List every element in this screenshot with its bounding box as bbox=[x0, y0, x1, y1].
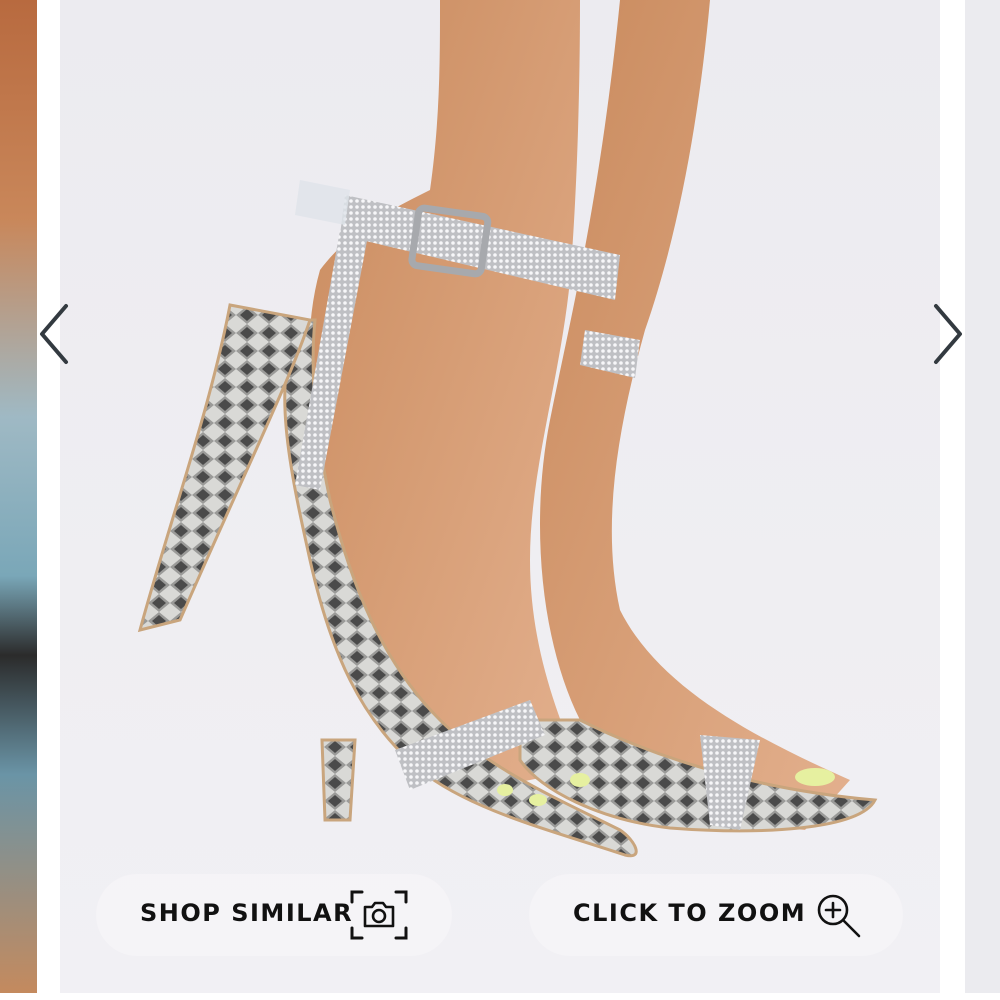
zoom-in-icon bbox=[815, 892, 863, 944]
toenail bbox=[497, 784, 513, 796]
product-photo bbox=[137, 0, 878, 858]
next-slide-preview[interactable] bbox=[965, 0, 1000, 993]
click-to-zoom-button[interactable]: CLICK TO ZOOM bbox=[529, 874, 903, 956]
shop-similar-button[interactable]: SHOP SIMILAR bbox=[96, 874, 452, 956]
back-leg bbox=[540, 0, 850, 830]
back-heel bbox=[320, 738, 357, 822]
click-to-zoom-label: CLICK TO ZOOM bbox=[573, 899, 807, 927]
previous-arrow-button[interactable] bbox=[36, 302, 72, 366]
product-image-carousel: SHOP SIMILAR CLICK TO ZOOM bbox=[0, 0, 1000, 1000]
previous-slide-preview[interactable] bbox=[0, 0, 37, 993]
camera-icon bbox=[349, 888, 409, 946]
chevron-right-icon bbox=[934, 304, 962, 364]
shop-similar-label: SHOP SIMILAR bbox=[140, 899, 354, 927]
clear-strap bbox=[295, 180, 350, 225]
toenail bbox=[570, 773, 590, 787]
next-arrow-button[interactable] bbox=[930, 302, 966, 366]
current-product-image[interactable] bbox=[60, 0, 940, 993]
front-heel bbox=[137, 303, 312, 633]
toenail bbox=[529, 794, 547, 806]
toenail bbox=[795, 768, 835, 786]
chevron-left-icon bbox=[40, 304, 68, 364]
